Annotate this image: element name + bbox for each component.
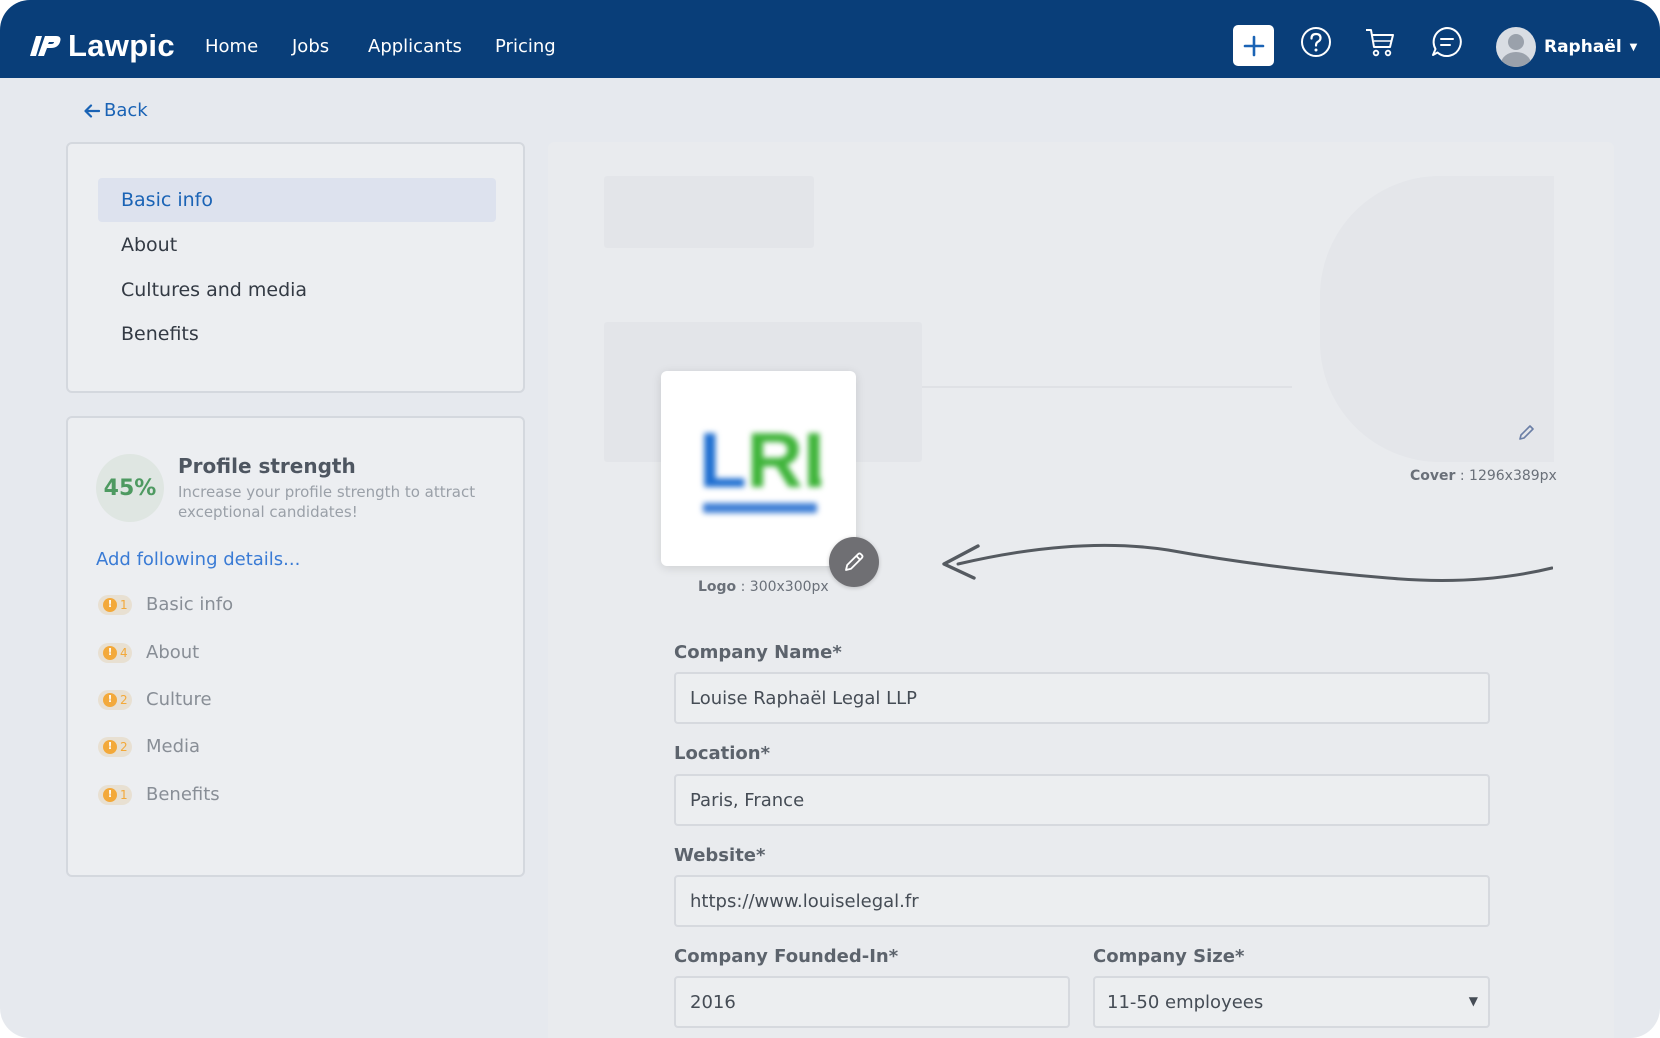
nav-jobs-link[interactable]: Jobs: [292, 36, 329, 58]
logo-size-label: Logo : 300x300px: [698, 579, 829, 595]
create-button[interactable]: [1233, 25, 1274, 66]
add-details-link[interactable]: Add following details...: [96, 549, 300, 570]
strength-percent: 45%: [96, 454, 164, 522]
logo-edit-button[interactable]: [829, 537, 879, 587]
founded-input[interactable]: [674, 976, 1070, 1028]
section-menu: Basic info About Cultures and media Bene…: [66, 142, 525, 393]
detail-item-basic-info[interactable]: ! 1 Basic info: [98, 594, 233, 615]
founded-label: Company Founded-In*: [674, 946, 899, 967]
strength-description: Increase your profile strength to attrac…: [178, 483, 476, 521]
warning-icon: !: [103, 645, 117, 660]
detail-item-benefits[interactable]: ! 1 Benefits: [98, 784, 220, 805]
nav-home-link[interactable]: Home: [205, 36, 258, 58]
plus-icon: [1243, 35, 1264, 56]
website-label: Website*: [674, 845, 766, 866]
chat-icon[interactable]: [1431, 26, 1463, 58]
warning-icon: !: [103, 597, 117, 612]
back-link[interactable]: Back: [84, 100, 148, 121]
cover-image: [1320, 176, 1554, 462]
arrow-left-icon: [84, 103, 100, 118]
brand-logo[interactable]: Lawpic: [30, 28, 175, 64]
warning-badge: ! 1: [98, 594, 132, 615]
menu-item-about[interactable]: About: [98, 223, 496, 267]
lawpic-logo-icon: [30, 36, 61, 56]
cart-icon[interactable]: [1364, 26, 1396, 58]
detail-item-culture[interactable]: ! 2 Culture: [98, 689, 212, 710]
website-input[interactable]: [674, 875, 1490, 927]
location-input[interactable]: [674, 774, 1490, 826]
company-name-input[interactable]: [674, 672, 1490, 724]
help-icon[interactable]: [1300, 26, 1332, 58]
pencil-icon: [845, 552, 864, 571]
menu-item-benefits[interactable]: Benefits: [98, 312, 496, 356]
company-size-select-wrap: 11-50 employees ▼: [1093, 976, 1490, 1028]
company-logo-box[interactable]: LRL: [661, 371, 856, 566]
avatar: [1496, 27, 1536, 67]
nav-applicants-link[interactable]: Applicants: [368, 36, 462, 58]
user-menu[interactable]: Raphaël ▼: [1496, 27, 1637, 67]
cover-size-label: Cover : 1296x389px: [1410, 468, 1557, 484]
company-size-label: Company Size*: [1093, 946, 1245, 967]
profile-strength-card: 45% Profile strength Increase your profi…: [66, 416, 525, 877]
detail-item-media[interactable]: ! 2 Media: [98, 736, 200, 757]
location-label: Location*: [674, 743, 771, 764]
company-name-label: Company Name*: [674, 642, 842, 663]
user-name: Raphaël: [1544, 37, 1622, 57]
placeholder-block: [604, 176, 814, 248]
back-label: Back: [104, 100, 148, 121]
warning-badge: ! 4: [98, 642, 132, 663]
warning-icon: !: [103, 692, 117, 707]
brand-name: Lawpic: [68, 28, 175, 63]
warning-icon: !: [103, 739, 117, 754]
app-frame: Lawpic Home Jobs Applicants Pricing Raph…: [0, 0, 1660, 1038]
warning-badge: ! 1: [98, 784, 132, 805]
chevron-down-icon: ▼: [1629, 41, 1638, 53]
divider: [922, 386, 1292, 388]
hint-arrow-icon: [942, 543, 1553, 582]
strength-title: Profile strength: [178, 454, 356, 478]
cover-edit-pencil-icon[interactable]: [1515, 422, 1537, 444]
top-navbar: Lawpic Home Jobs Applicants Pricing Raph…: [0, 0, 1660, 78]
nav-pricing-link[interactable]: Pricing: [495, 36, 556, 58]
menu-item-basic-info[interactable]: Basic info: [98, 178, 496, 222]
svg-text:LRL: LRL: [699, 416, 821, 504]
detail-item-about[interactable]: ! 4 About: [98, 642, 199, 663]
warning-icon: !: [103, 787, 117, 802]
company-logo-image: LRL: [699, 416, 821, 513]
company-size-select[interactable]: 11-50 employees: [1093, 976, 1490, 1028]
menu-item-cultures-media[interactable]: Cultures and media: [98, 268, 496, 312]
warning-badge: ! 2: [98, 736, 132, 757]
warning-badge: ! 2: [98, 689, 132, 710]
